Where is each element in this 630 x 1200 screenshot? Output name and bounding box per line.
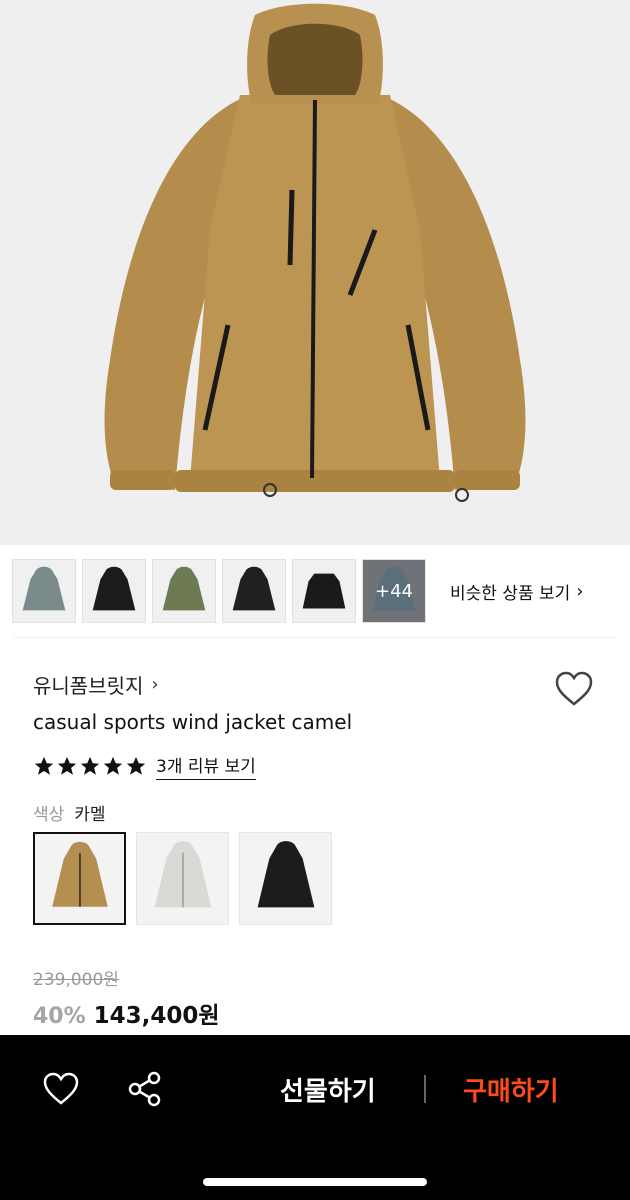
- discount-rate: 40%: [33, 1004, 86, 1029]
- similar-products-label: 비슷한 상품 보기: [450, 583, 571, 604]
- jacket-illustration: [0, 0, 630, 545]
- bottom-action-bar: 선물하기 구매하기: [0, 1035, 630, 1200]
- brand-name: 유니폼브릿지: [33, 674, 144, 698]
- divider: [14, 637, 616, 638]
- star-icon: [57, 756, 77, 775]
- thumbnail-black-2[interactable]: [222, 559, 286, 623]
- thumbnail-olive[interactable]: [152, 559, 216, 623]
- review-link[interactable]: 3개 리뷰 보기: [156, 752, 256, 780]
- swatch-camel[interactable]: [33, 832, 126, 925]
- product-name: casual sports wind jacket camel: [33, 710, 353, 734]
- rating-stars: [33, 755, 148, 777]
- chevron-right-icon: ›: [576, 580, 584, 602]
- color-value: 카멜: [74, 805, 106, 825]
- chevron-right-icon: ›: [151, 674, 159, 695]
- more-count: +44: [375, 580, 413, 602]
- thumbnail-black-zip[interactable]: [292, 559, 356, 623]
- product-hero-image[interactable]: [0, 0, 630, 545]
- thumbnail-black[interactable]: [82, 559, 146, 623]
- thumbnail-more[interactable]: +44: [362, 559, 426, 623]
- star-icon: [126, 756, 146, 775]
- thumbnail-gray-green[interactable]: [12, 559, 76, 623]
- favorite-heart-icon[interactable]: [554, 670, 594, 708]
- swatch-light-gray[interactable]: [136, 832, 229, 925]
- original-price: 239,000원: [33, 970, 119, 990]
- rating-row: 3개 리뷰 보기: [33, 752, 256, 780]
- color-swatches: [33, 832, 342, 925]
- brand-link[interactable]: 유니폼브릿지 ›: [33, 670, 159, 699]
- star-icon: [80, 756, 100, 775]
- similar-products-link[interactable]: 비슷한 상품 보기 ›: [450, 579, 584, 604]
- buy-button[interactable]: 구매하기: [463, 1071, 559, 1108]
- star-icon: [34, 756, 54, 775]
- gift-button[interactable]: 선물하기: [280, 1071, 376, 1108]
- color-label: 색상: [33, 805, 65, 825]
- price-row: 40% 143,400원: [33, 996, 220, 1030]
- sale-price: 143,400원: [93, 1003, 220, 1029]
- color-row: 색상 카멜: [33, 800, 106, 825]
- thumbnail-strip: +44 비슷한 상품 보기 ›: [12, 559, 618, 623]
- star-icon: [103, 756, 123, 775]
- swatch-black[interactable]: [239, 832, 332, 925]
- wishlist-heart-icon[interactable]: [42, 1071, 80, 1107]
- share-icon[interactable]: [126, 1071, 164, 1107]
- home-indicator: [203, 1178, 427, 1186]
- divider: [424, 1075, 426, 1103]
